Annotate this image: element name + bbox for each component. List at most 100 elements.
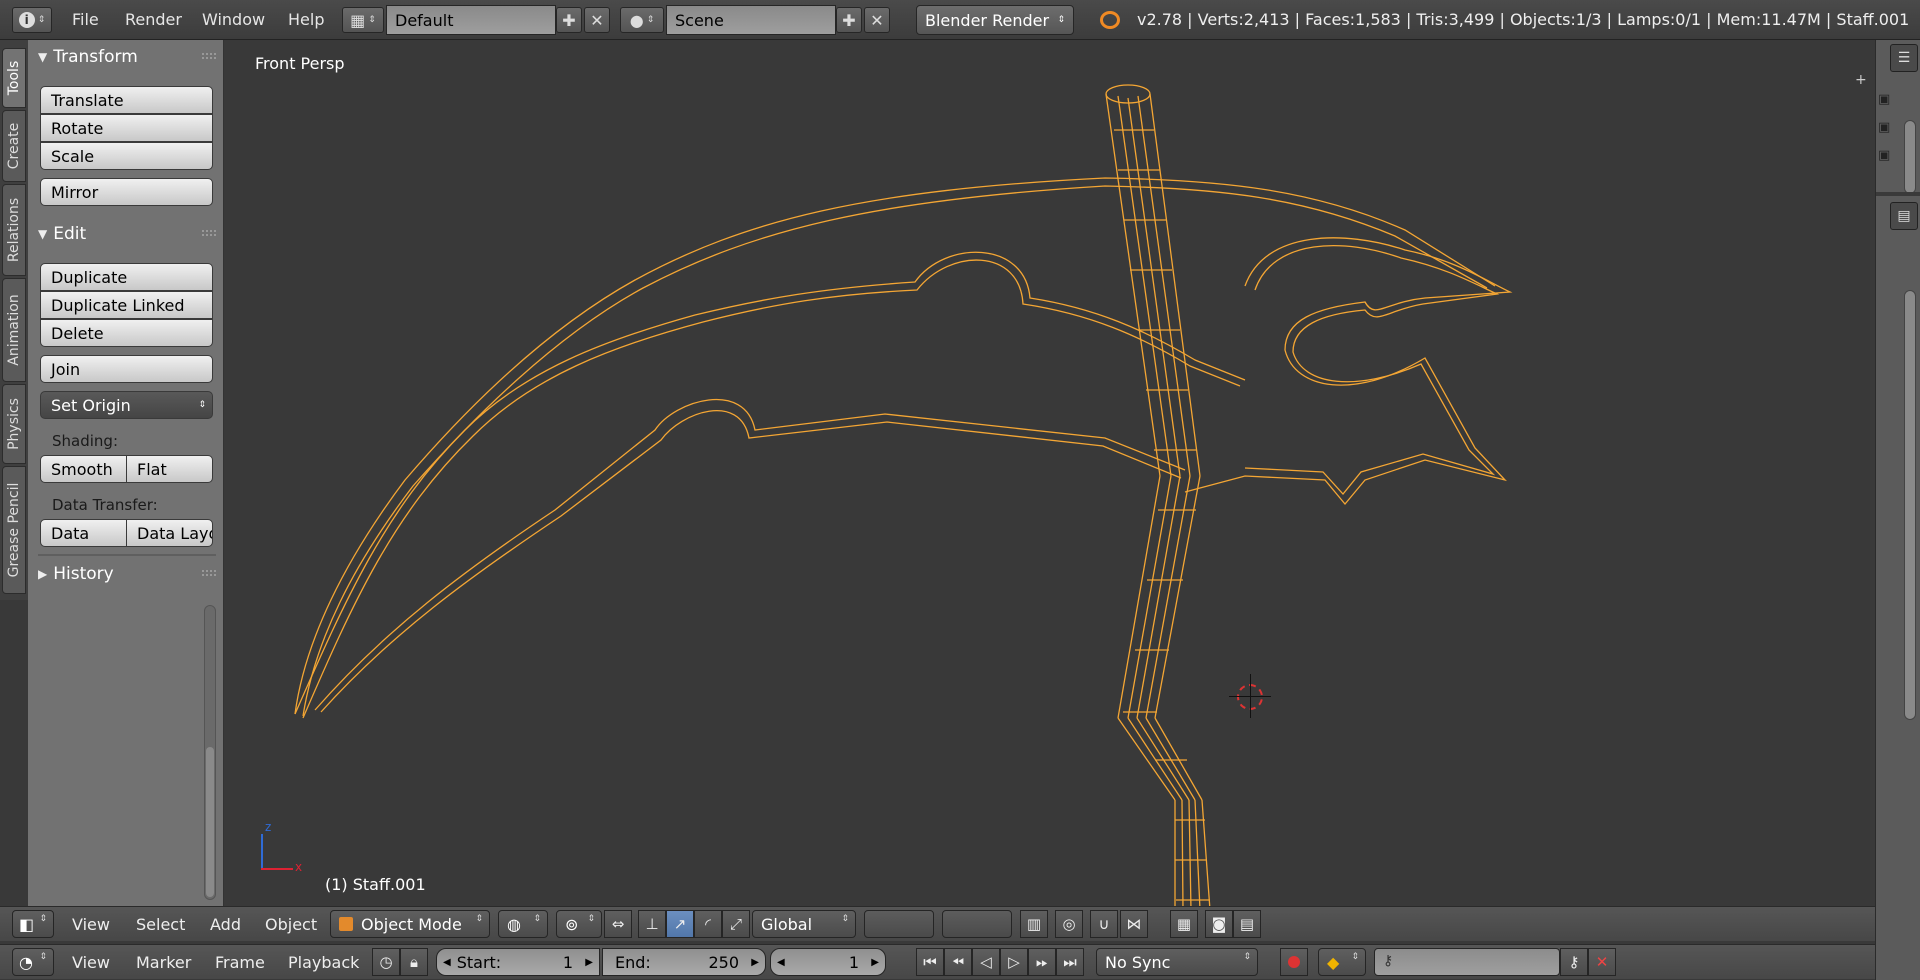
drag-grip-icon[interactable] xyxy=(202,53,216,59)
current-frame-field[interactable]: ◀ 1 ▶ xyxy=(770,948,886,976)
properties-toggle-plus-icon[interactable]: + xyxy=(1855,72,1867,88)
editor-type-info-button[interactable]: i ⇕ xyxy=(12,7,52,33)
menu-help[interactable]: Help xyxy=(288,10,324,29)
rotate-manipulator-button[interactable]: ◜ xyxy=(694,910,722,938)
render-still-button[interactable]: ◙ xyxy=(1205,910,1233,938)
menu-marker[interactable]: Marker xyxy=(136,953,191,972)
transform-orientation-dropdown[interactable]: Global ⇕ xyxy=(752,910,856,938)
drag-grip-icon[interactable] xyxy=(202,230,216,236)
scene-selector[interactable]: ● ⇕ xyxy=(620,7,664,33)
editor-type-timeline-button[interactable]: ◔ ⇕ xyxy=(12,948,54,976)
menu-file[interactable]: File xyxy=(72,10,99,29)
panel-history-header[interactable]: ▶ History xyxy=(38,560,220,588)
add-layout-button[interactable]: ✚ xyxy=(556,7,582,33)
pivot-point-dropdown[interactable]: ⊚ ⇕ xyxy=(556,910,602,938)
sync-mode-dropdown[interactable]: No Sync ⇕ xyxy=(1096,948,1258,976)
tab-relations[interactable]: Relations xyxy=(2,184,26,276)
wireframe-scythe[interactable] xyxy=(225,40,1875,910)
keying-set-dropdown[interactable]: ◆ ⇕ xyxy=(1318,948,1366,976)
menu-view[interactable]: View xyxy=(72,915,110,934)
editor-type-3d-view-button[interactable]: ◧ ⇕ xyxy=(12,910,54,938)
menu-render[interactable]: Render xyxy=(125,10,182,29)
tab-grease-pencil[interactable]: Grease Pencil xyxy=(2,466,26,594)
jump-to-keyframe-prev-button[interactable]: ⏪︎ xyxy=(944,948,972,976)
opengl-render-button[interactable]: ▦ xyxy=(1170,910,1198,938)
tab-animation[interactable]: Animation xyxy=(2,278,26,382)
jump-to-start-button[interactable]: ⏮︎ xyxy=(916,948,944,976)
menu-object[interactable]: Object xyxy=(265,915,317,934)
data-layout-button[interactable]: Data Layo xyxy=(126,519,213,547)
scrollbar-thumb[interactable] xyxy=(206,747,214,897)
tab-create[interactable]: Create xyxy=(2,110,26,182)
delete-layout-button[interactable]: ✕ xyxy=(584,7,610,33)
start-frame-field[interactable]: ◀ Start: 1 ▶ xyxy=(436,948,600,976)
tab-tools[interactable]: Tools xyxy=(2,48,26,108)
shade-smooth-button[interactable]: Smooth xyxy=(40,455,127,483)
properties-editor-button[interactable]: ▤ xyxy=(1890,202,1918,230)
rotate-button[interactable]: Rotate xyxy=(40,114,213,142)
snap-toggle-button[interactable]: ∪ xyxy=(1090,910,1118,938)
jump-to-end-button[interactable]: ⏭︎ xyxy=(1056,948,1084,976)
scale-button[interactable]: Scale xyxy=(40,142,213,170)
interaction-mode-dropdown[interactable]: Object Mode ⇕ xyxy=(330,910,490,938)
mirror-button[interactable]: Mirror xyxy=(40,178,213,206)
scene-name-field[interactable]: Scene xyxy=(666,5,836,35)
shade-flat-button[interactable]: Flat xyxy=(126,455,213,483)
outliner-scrollbar[interactable] xyxy=(1904,120,1916,194)
transform-manipulator-button[interactable]: ⊥ xyxy=(638,910,666,938)
play-button[interactable]: ▷ xyxy=(1000,948,1028,976)
lock-layers-button[interactable]: ▥ xyxy=(1020,910,1048,938)
panel-transform-header[interactable]: ▼ Transform xyxy=(38,43,220,71)
auto-keying-button[interactable] xyxy=(1280,948,1308,976)
menu-select[interactable]: Select xyxy=(136,915,185,934)
menu-window[interactable]: Window xyxy=(202,10,265,29)
menu-playback[interactable]: Playback xyxy=(288,953,359,972)
jump-to-keyframe-next-button[interactable]: ⏩︎ xyxy=(1028,948,1056,976)
duplicate-button[interactable]: Duplicate xyxy=(40,263,213,291)
screen-layout-selector[interactable]: ▦ ⇕ xyxy=(342,7,384,33)
data-transfer-button[interactable]: Data xyxy=(40,519,127,547)
panel-edit-header[interactable]: ▼ Edit xyxy=(38,220,220,248)
proportional-edit-button[interactable]: ◎ xyxy=(1055,910,1083,938)
duplicate-linked-button[interactable]: Duplicate Linked xyxy=(40,291,213,319)
set-origin-dropdown[interactable]: Set Origin ⇕ xyxy=(40,391,213,419)
axis-icon: ⊥ xyxy=(645,915,659,933)
translate-manipulator-button[interactable]: ↗ xyxy=(666,910,694,938)
join-button[interactable]: Join xyxy=(40,355,213,383)
triangle-down-icon: ▼ xyxy=(38,50,48,64)
properties-scrollbar[interactable] xyxy=(1904,290,1916,720)
viewport-shading-dropdown[interactable]: ◍ ⇕ xyxy=(498,910,548,938)
camera-icon[interactable]: ▣ xyxy=(1878,148,1890,163)
delete-button[interactable]: Delete xyxy=(40,319,213,347)
camera-icon[interactable]: ▣ xyxy=(1878,92,1890,107)
end-frame-field[interactable]: End: 250 ▶ xyxy=(602,948,766,976)
drag-grip-icon[interactable] xyxy=(202,570,216,576)
menu-frame[interactable]: Frame xyxy=(215,953,265,972)
tab-physics[interactable]: Physics xyxy=(2,384,26,464)
preview-range-button[interactable]: ◷ xyxy=(372,948,400,976)
tool-shelf-scrollbar[interactable] xyxy=(204,605,216,900)
delete-scene-button[interactable]: ✕ xyxy=(864,7,890,33)
snap-element-dropdown[interactable]: ⋈ xyxy=(1120,910,1148,938)
chevron-updown-icon: ⇕ xyxy=(1057,15,1065,25)
render-animation-button[interactable]: ▤ xyxy=(1233,910,1261,938)
lock-time-button[interactable]: 🔒︎ xyxy=(400,948,428,976)
active-keying-set-field[interactable]: ⚷ xyxy=(1374,948,1560,976)
camera-icon[interactable]: ▣ xyxy=(1878,120,1890,135)
scale-manipulator-button[interactable]: ⤢ xyxy=(722,910,750,938)
layout-name-field[interactable]: Default xyxy=(386,5,556,35)
menu-view[interactable]: View xyxy=(72,953,110,972)
manipulator-toggle-button[interactable]: ⇔ xyxy=(604,910,632,938)
3d-viewport[interactable]: Front Persp z x (1) Staff.001 + xyxy=(225,40,1875,910)
menu-add[interactable]: Add xyxy=(210,915,241,934)
layer-buttons-group-2[interactable] xyxy=(942,910,1012,938)
translate-button[interactable]: Translate xyxy=(40,86,213,114)
3d-view-header: ◧ ⇕ View Select Add Object Object Mode ⇕ ◍… xyxy=(0,906,1875,941)
delete-keyframe-button[interactable]: ✕ xyxy=(1588,948,1616,976)
play-reverse-button[interactable]: ◁ xyxy=(972,948,1000,976)
layer-buttons-group-1[interactable] xyxy=(864,910,934,938)
add-scene-button[interactable]: ✚ xyxy=(836,7,862,33)
insert-keyframe-button[interactable]: ⚷ xyxy=(1560,948,1588,976)
render-engine-dropdown[interactable]: Blender Render ⇕ xyxy=(916,5,1074,35)
outliner-editor-button[interactable]: ☰ xyxy=(1890,44,1918,72)
